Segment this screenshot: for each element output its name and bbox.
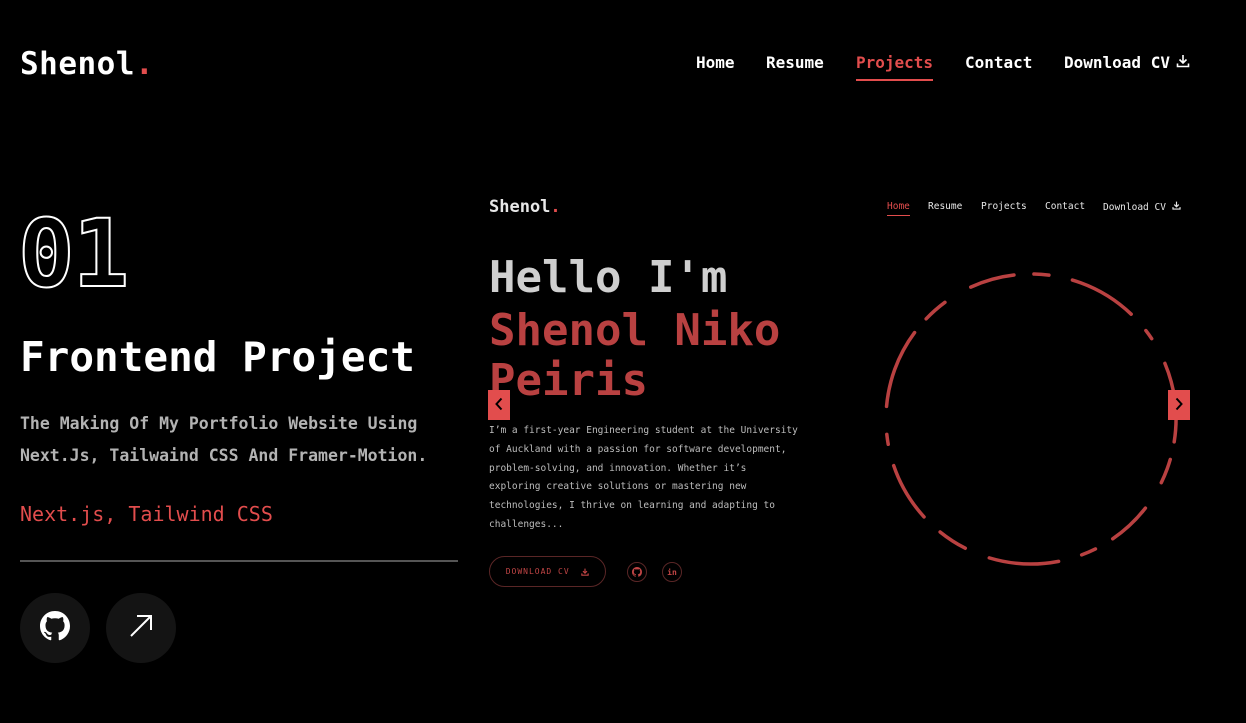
next-slide-button[interactable] bbox=[1168, 390, 1190, 420]
preview-logo: Shenol. bbox=[489, 197, 561, 217]
download-icon bbox=[581, 568, 590, 576]
prev-slide-button[interactable] bbox=[488, 390, 510, 420]
chevron-left-icon bbox=[494, 396, 504, 415]
nav-projects[interactable]: Projects bbox=[856, 53, 933, 72]
nav-home[interactable]: Home bbox=[696, 53, 735, 72]
divider bbox=[20, 560, 458, 562]
preview-nav-contact: Contact bbox=[1045, 201, 1086, 212]
download-cv-label: Download CV bbox=[1064, 53, 1170, 72]
project-title: Frontend Project bbox=[20, 333, 415, 381]
preview-bio: I’m a first-year Engineering student at … bbox=[489, 425, 798, 530]
project-description: The Making Of My Portfolio Website Using… bbox=[20, 414, 428, 465]
preview-linkedin-icon: in bbox=[662, 562, 682, 582]
download-icon bbox=[1176, 53, 1190, 72]
preview-nav-home: Home bbox=[887, 201, 910, 212]
preview-github-icon bbox=[627, 562, 647, 582]
project-stack: Next.js, Tailwind CSS bbox=[20, 502, 273, 526]
github-icon bbox=[40, 611, 70, 645]
preview-nav-resume: Resume bbox=[928, 201, 963, 212]
preview-nav-download: Download CV bbox=[1103, 201, 1181, 213]
site-logo[interactable]: Shenol. bbox=[20, 46, 154, 82]
preview-nav-underline bbox=[887, 215, 910, 216]
preview-name: Shenol Niko Peiris bbox=[489, 305, 781, 406]
github-link-button[interactable] bbox=[20, 593, 90, 663]
download-icon bbox=[1172, 201, 1181, 210]
nav-active-underline bbox=[856, 79, 933, 81]
live-demo-button[interactable] bbox=[106, 593, 176, 663]
chevron-right-icon bbox=[1174, 396, 1184, 415]
preview-download-button: DOWNLOAD CV bbox=[489, 556, 606, 587]
nav-resume[interactable]: Resume bbox=[766, 53, 824, 72]
preview-greeting: Hello I'm bbox=[489, 252, 728, 303]
arrow-up-right-icon bbox=[128, 613, 154, 643]
preview-nav-projects: Projects bbox=[981, 201, 1027, 212]
project-number: 01 bbox=[17, 200, 130, 309]
download-cv-link[interactable]: Download CV bbox=[1064, 53, 1190, 72]
preview-dashed-ring bbox=[884, 272, 1178, 566]
nav-contact[interactable]: Contact bbox=[965, 53, 1032, 72]
